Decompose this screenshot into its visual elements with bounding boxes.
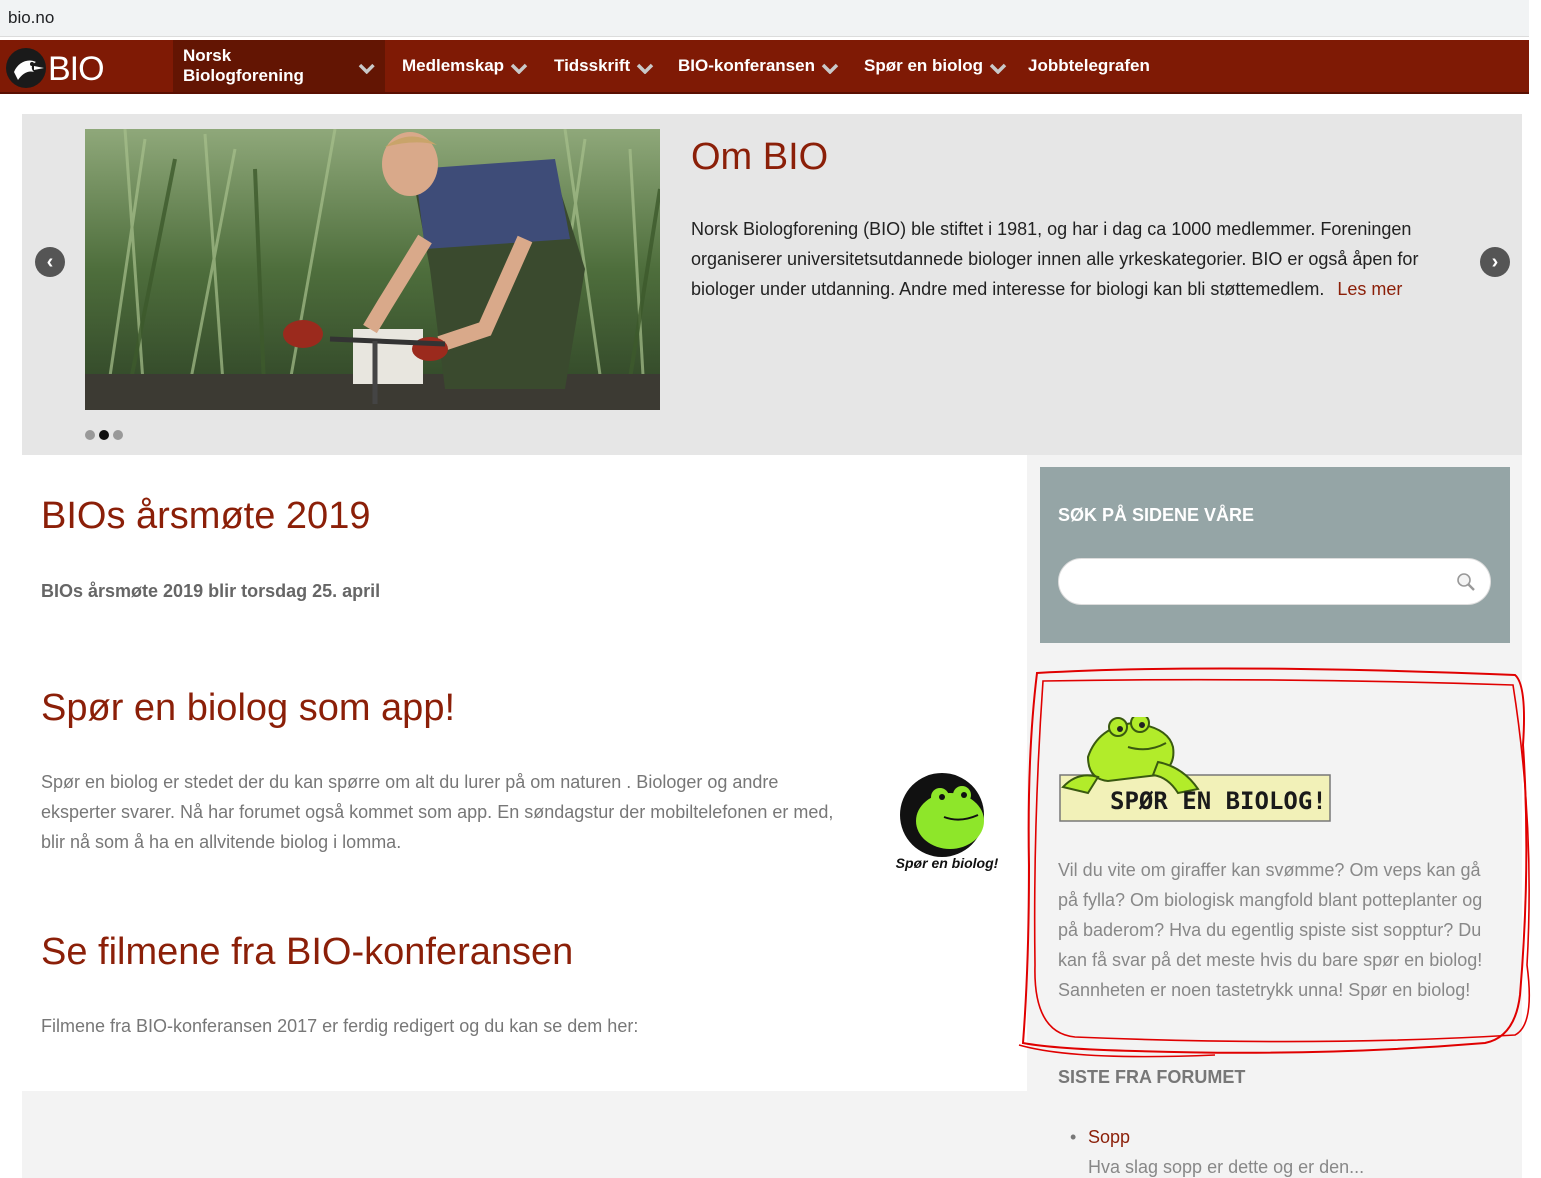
- nav-label: BIO-konferansen: [678, 56, 815, 75]
- article-text-arsmote: BIOs årsmøte 2019 blir torsdag 25. april: [41, 581, 381, 601]
- main-navbar: BIO Norsk Biologforening Medlemskap Tids…: [0, 40, 1529, 94]
- spor-en-biolog-banner[interactable]: SPØR EN BIOLOG!: [1058, 713, 1333, 827]
- logo-wordmark: BIO: [48, 50, 105, 88]
- chevron-down-icon: [358, 63, 375, 74]
- browser-url-bar[interactable]: bio.no: [0, 0, 1529, 37]
- main-content: BIOs årsmøte 2019 BIOs årsmøte 2019 blir…: [22, 455, 1027, 1091]
- slide-text: Norsk Biologforening (BIO) ble stiftet i…: [691, 219, 1419, 299]
- nav-item-spor-en-biolog[interactable]: Spør en biolog: [854, 40, 1017, 92]
- search-icon[interactable]: [1456, 572, 1476, 592]
- app-logo-caption: Spør en biolog!: [895, 855, 999, 871]
- chevron-down-icon: [989, 63, 1007, 74]
- slider-prev-button[interactable]: ‹: [35, 247, 65, 277]
- forum-item-link[interactable]: Sopp: [1088, 1122, 1364, 1152]
- read-more-link[interactable]: Les mer: [1337, 279, 1402, 299]
- spor-en-biolog-text: Vil du vite om giraffer kan svømme? Om v…: [1058, 860, 1483, 1000]
- chevron-down-icon: [821, 63, 839, 74]
- slider-dot-2[interactable]: [99, 430, 109, 440]
- content-footer-area: [22, 1091, 1027, 1178]
- sidebar: SØK PÅ SIDENE VÅRE SPØR EN BIOLOG! Vil d…: [1027, 455, 1522, 1178]
- nav-label: Norsk Biologforening: [183, 46, 304, 85]
- article-text-app: Spør en biolog er stedet der du kan spør…: [41, 772, 834, 852]
- forum-item: Sopp Hva slag sopp er dette og er den...: [1058, 1122, 1364, 1178]
- article-title-arsmote[interactable]: BIOs årsmøte 2019: [41, 495, 370, 538]
- forum-widget-title: SISTE FRA FORUMET: [1058, 1067, 1246, 1087]
- nav-item-tidsskrift[interactable]: Tidsskrift: [544, 40, 664, 92]
- search-box[interactable]: [1058, 558, 1491, 605]
- search-widget: SØK PÅ SIDENE VÅRE: [1040, 467, 1510, 643]
- nav-item-jobbtelegrafen[interactable]: Jobbtelegrafen: [1018, 40, 1160, 92]
- search-input[interactable]: [1059, 559, 1439, 604]
- forum-item-excerpt: Hva slag sopp er dette og er den...: [1088, 1157, 1365, 1177]
- frog-logo-icon: [900, 773, 984, 857]
- nav-item-norsk-biologforening[interactable]: Norsk Biologforening: [173, 40, 385, 92]
- slider-dot-1[interactable]: [85, 430, 95, 440]
- article-text-filmer: Filmene fra BIO-konferansen 2017 er ferd…: [41, 1016, 639, 1036]
- slide-title: Om BIO: [691, 136, 829, 178]
- chevron-left-icon: ‹: [46, 250, 54, 273]
- site-logo[interactable]: BIO: [4, 44, 105, 90]
- chevron-down-icon: [510, 63, 528, 74]
- banner-text: SPØR EN BIOLOG!: [1110, 787, 1327, 815]
- photo-biologist-in-reeds: [85, 129, 660, 410]
- nav-label: Jobbtelegrafen: [1028, 56, 1150, 75]
- nav-label: Tidsskrift: [554, 56, 631, 75]
- nav-label: Spør en biolog: [864, 56, 983, 75]
- bird-logo-icon: [6, 48, 46, 88]
- slide-photo: [85, 129, 660, 410]
- slider-next-button[interactable]: ›: [1480, 247, 1510, 277]
- article-title-filmer[interactable]: Se filmene fra BIO-konferansen: [41, 931, 573, 974]
- chevron-right-icon: ›: [1491, 250, 1499, 273]
- nav-label: Medlemskap: [402, 56, 505, 75]
- frog-banner-image: SPØR EN BIOLOG!: [1059, 713, 1331, 822]
- forum-list: Sopp Hva slag sopp er dette og er den...: [1058, 1122, 1364, 1178]
- nav-item-bio-konferansen[interactable]: BIO-konferansen: [668, 40, 849, 92]
- chevron-down-icon: [636, 63, 654, 74]
- url-text[interactable]: bio.no: [8, 8, 54, 28]
- article-title-app[interactable]: Spør en biolog som app!: [41, 687, 455, 730]
- slider-pagination: [85, 430, 123, 440]
- slide-body: Norsk Biologforening (BIO) ble stiftet i…: [691, 214, 1481, 304]
- search-widget-title: SØK PÅ SIDENE VÅRE: [1058, 505, 1255, 525]
- hero-slider: ‹ Om BIO Norsk Biologforening (BIO) ble …: [22, 114, 1522, 455]
- slider-dot-3[interactable]: [113, 430, 123, 440]
- spor-en-biolog-app-logo[interactable]: Spør en biolog!: [892, 773, 1002, 883]
- nav-item-medlemskap[interactable]: Medlemskap: [392, 40, 538, 92]
